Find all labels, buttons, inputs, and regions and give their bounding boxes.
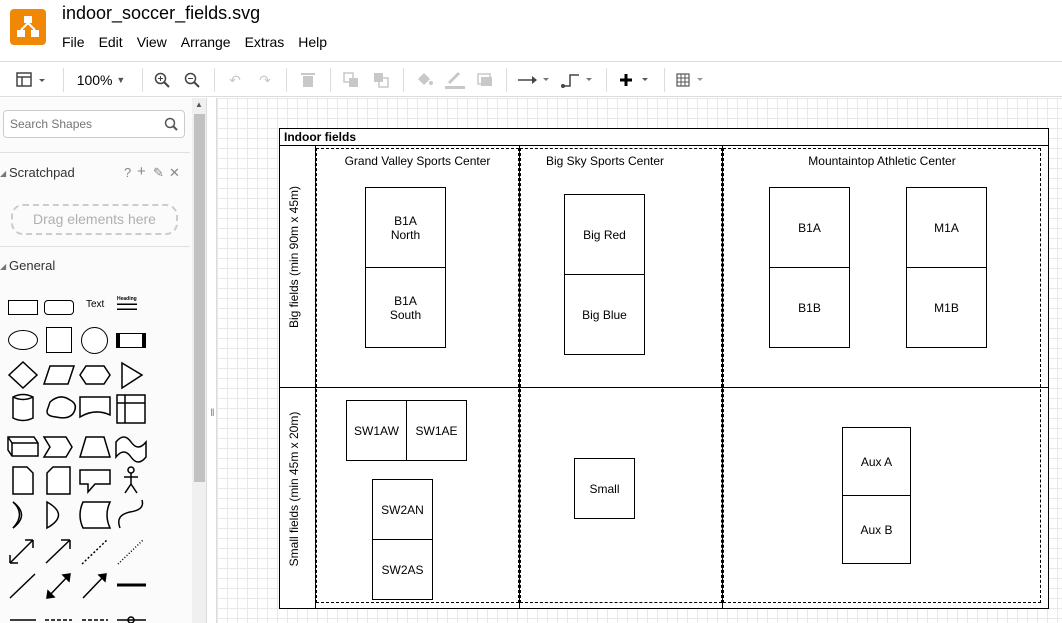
table-button[interactable] — [674, 70, 710, 90]
more-shapes-icons — [7, 360, 147, 623]
field-ma-aux-b[interactable]: Aux B — [842, 495, 911, 564]
table-icon — [676, 73, 703, 87]
insert-button[interactable] — [617, 70, 653, 90]
plus-icon — [620, 74, 648, 86]
rounded-rectangle-shape[interactable] — [44, 300, 74, 315]
fill-color-button[interactable] — [414, 70, 434, 90]
diagram-canvas[interactable]: Indoor fields Big fields (min 90m x 45m)… — [216, 98, 1062, 623]
zoom-select[interactable]: 100% ▼ — [72, 70, 130, 90]
collapse-icon: ◢ — [0, 169, 7, 178]
shadow-button[interactable] — [475, 70, 495, 90]
heading-label: Heading — [117, 296, 137, 302]
search-box — [3, 110, 185, 138]
menu-bar: File Edit View Arrange Extras Help — [62, 34, 341, 50]
layout-icon — [16, 72, 45, 87]
sidebar-scroll-thumb[interactable] — [194, 114, 205, 482]
menu-view[interactable]: View — [137, 34, 167, 50]
row-label-small-fields[interactable]: Small fields (min 45m x 20m) — [287, 409, 303, 569]
undo-button[interactable]: ↶ — [225, 70, 245, 90]
format-panel-button[interactable] — [14, 70, 50, 90]
toolbar: 100% ▼ ↶ ↷ — [0, 61, 1062, 97]
pool-title[interactable]: Indoor fields — [279, 128, 1049, 146]
menu-extras[interactable]: Extras — [245, 34, 285, 50]
edit-icon[interactable]: ✎ — [153, 165, 164, 181]
chevron-down-icon: ▼ — [116, 75, 126, 85]
ellipse-shape[interactable] — [8, 330, 38, 350]
close-icon[interactable]: ✕ — [169, 165, 180, 181]
field-bs-big-red[interactable]: Big Red — [564, 194, 645, 275]
redo-icon: ↷ — [259, 71, 271, 88]
field-gv-b1a-north[interactable]: B1A North — [365, 187, 446, 268]
line-color-button[interactable] — [444, 70, 466, 90]
field-gv-sw1ae[interactable]: SW1AE — [406, 400, 467, 461]
trash-icon — [301, 73, 315, 87]
process-shape[interactable] — [116, 333, 146, 348]
divider — [0, 246, 190, 247]
to-front-button[interactable] — [341, 70, 361, 90]
general-label: General — [9, 258, 56, 273]
center-label-mountaintop[interactable]: Mountaintop Athletic Center — [723, 154, 1041, 168]
shapes-palette: Text Heading ▬▬▬▬ ▬▬▬▬ — [0, 290, 190, 623]
menu-file[interactable]: File — [62, 34, 85, 50]
textbox-shape[interactable]: Heading ▬▬▬▬ ▬▬▬▬ — [117, 297, 137, 312]
waypoint-style-button[interactable] — [561, 70, 595, 90]
search-icon[interactable] — [164, 117, 178, 131]
search-input[interactable] — [4, 111, 154, 137]
undo-icon: ↶ — [229, 71, 241, 88]
scratchpad-header[interactable]: ◢ Scratchpad ? + ✎ ✕ — [0, 163, 190, 189]
collapse-icon: ◢ — [0, 262, 7, 271]
connection-style-button[interactable] — [517, 70, 551, 90]
zoom-out-icon — [184, 72, 200, 88]
to-back-button[interactable] — [371, 70, 391, 90]
circle-shape[interactable] — [81, 327, 108, 354]
add-icon[interactable]: + — [137, 163, 146, 180]
shadow-icon — [477, 73, 492, 86]
field-ma-b1b[interactable]: B1B — [769, 267, 850, 348]
to-back-icon — [374, 73, 389, 88]
delete-button[interactable] — [298, 70, 318, 90]
app-logo[interactable] — [10, 9, 46, 45]
shapes-sidebar: ◢ Scratchpad ? + ✎ ✕ Drag elements here … — [0, 98, 207, 623]
rectangle-shape[interactable] — [8, 300, 38, 315]
center-label-grand-valley[interactable]: Grand Valley Sports Center — [316, 154, 519, 168]
row-label-big-fields[interactable]: Big fields (min 90m x 45m) — [287, 177, 303, 337]
menu-arrange[interactable]: Arrange — [181, 34, 231, 50]
field-gv-b1a-south[interactable]: B1A South — [365, 267, 446, 348]
zoom-value: 100% — [76, 72, 113, 88]
field-ma-m1a[interactable]: M1A — [906, 187, 987, 268]
waypoint-icon — [561, 74, 592, 88]
field-gv-sw1aw[interactable]: SW1AW — [346, 400, 407, 461]
field-bs-small[interactable]: Small — [574, 458, 635, 519]
field-ma-aux-a[interactable]: Aux A — [842, 427, 911, 496]
scratchpad-drop-area[interactable]: Drag elements here — [11, 204, 178, 235]
zoom-in-icon — [154, 72, 170, 88]
to-front-icon — [343, 72, 358, 87]
general-header[interactable]: ◢ General — [0, 258, 190, 282]
scroll-up-icon[interactable]: ▲ — [195, 100, 203, 109]
scratchpad-label: Scratchpad — [9, 165, 75, 180]
redo-button[interactable]: ↷ — [255, 70, 275, 90]
menu-edit[interactable]: Edit — [99, 34, 123, 50]
zoom-out-button[interactable] — [182, 70, 202, 90]
file-title[interactable]: indoor_soccer_fields.svg — [62, 3, 260, 24]
field-ma-b1a[interactable]: B1A — [769, 187, 850, 268]
center-label-big-sky[interactable]: Big Sky Sports Center — [520, 154, 690, 168]
fill-color-icon — [418, 73, 433, 85]
help-icon[interactable]: ? — [124, 165, 131, 180]
arrow-right-icon — [518, 76, 549, 84]
field-gv-sw2as[interactable]: SW2AS — [372, 539, 433, 600]
field-bs-big-blue[interactable]: Big Blue — [564, 274, 645, 355]
sidebar-resize-handle[interactable]: ‖ — [209, 408, 216, 422]
field-gv-sw2an[interactable]: SW2AN — [372, 479, 433, 540]
menu-help[interactable]: Help — [298, 34, 327, 50]
square-shape[interactable] — [46, 327, 72, 353]
divider — [0, 152, 190, 153]
line-color-icon — [445, 71, 465, 89]
zoom-in-button[interactable] — [152, 70, 172, 90]
field-ma-m1b[interactable]: M1B — [906, 267, 987, 348]
text-shape[interactable]: Text — [86, 299, 104, 310]
